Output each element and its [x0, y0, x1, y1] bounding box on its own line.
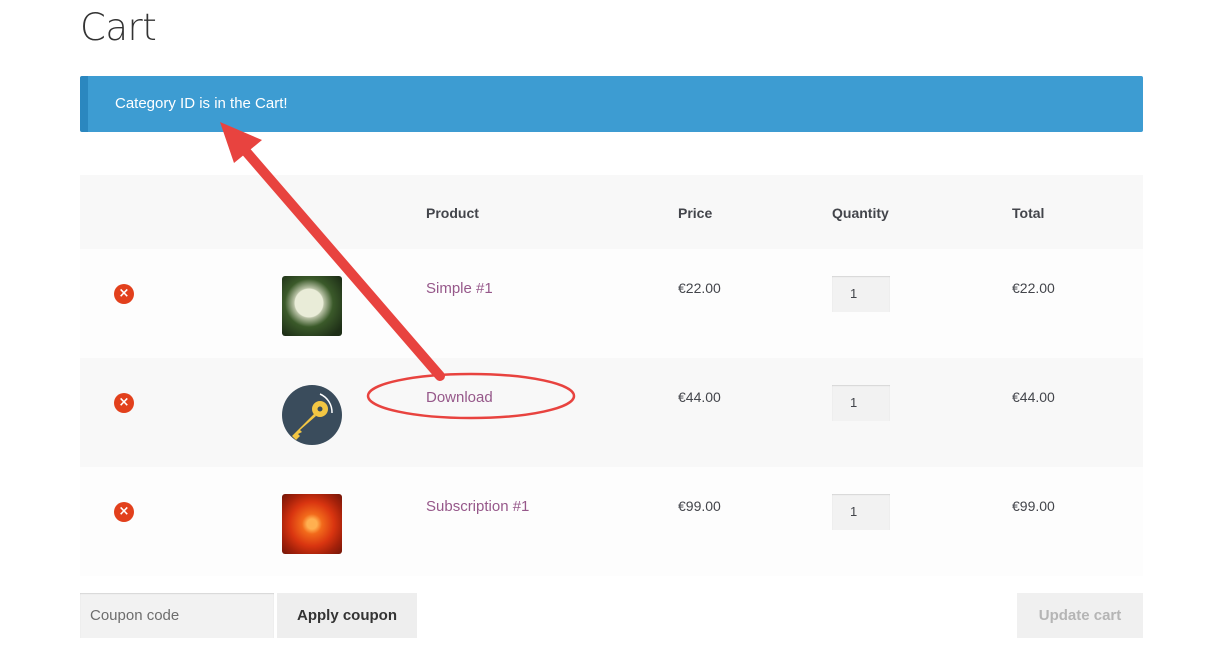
- cart-table: Product Price Quantity Total × Simple #1…: [80, 175, 1143, 576]
- header-quantity: Quantity: [832, 205, 889, 221]
- info-notice: Category ID is in the Cart!: [80, 76, 1143, 132]
- table-row: × Simple #1 €22.00 1 €22.00: [80, 249, 1143, 358]
- header-total: Total: [1012, 205, 1045, 221]
- product-subtotal: €99.00: [1012, 498, 1055, 514]
- coupon-code-input[interactable]: [80, 593, 274, 638]
- hydrangea-flower-image[interactable]: [282, 276, 342, 336]
- quantity-input[interactable]: 1: [832, 276, 890, 312]
- page-title: Cart: [80, 6, 157, 49]
- product-subtotal: €44.00: [1012, 389, 1055, 405]
- product-subtotal: €22.00: [1012, 280, 1055, 296]
- key-icon[interactable]: [282, 385, 342, 445]
- product-link[interactable]: Simple #1: [426, 280, 493, 297]
- table-header: Product Price Quantity Total: [80, 175, 1143, 249]
- table-row: × Download €44.00 1 €44.00: [80, 358, 1143, 467]
- remove-item-icon[interactable]: ×: [114, 502, 134, 522]
- table-row: × Subscription #1 €99.00 1 €99.00: [80, 467, 1143, 576]
- product-link[interactable]: Subscription #1: [426, 498, 529, 515]
- product-link[interactable]: Download: [426, 389, 493, 406]
- product-price: €44.00: [678, 389, 721, 405]
- header-product: Product: [426, 205, 479, 221]
- product-price: €99.00: [678, 498, 721, 514]
- apply-coupon-button[interactable]: Apply coupon: [277, 593, 417, 638]
- remove-item-icon[interactable]: ×: [114, 284, 134, 304]
- product-price: €22.00: [678, 280, 721, 296]
- remove-item-icon[interactable]: ×: [114, 393, 134, 413]
- quantity-input[interactable]: 1: [832, 385, 890, 421]
- notice-message: Category ID is in the Cart!: [115, 95, 288, 112]
- header-price: Price: [678, 205, 713, 221]
- update-cart-button[interactable]: Update cart: [1017, 593, 1143, 638]
- red-flower-image[interactable]: [282, 494, 342, 554]
- quantity-input[interactable]: 1: [832, 494, 890, 530]
